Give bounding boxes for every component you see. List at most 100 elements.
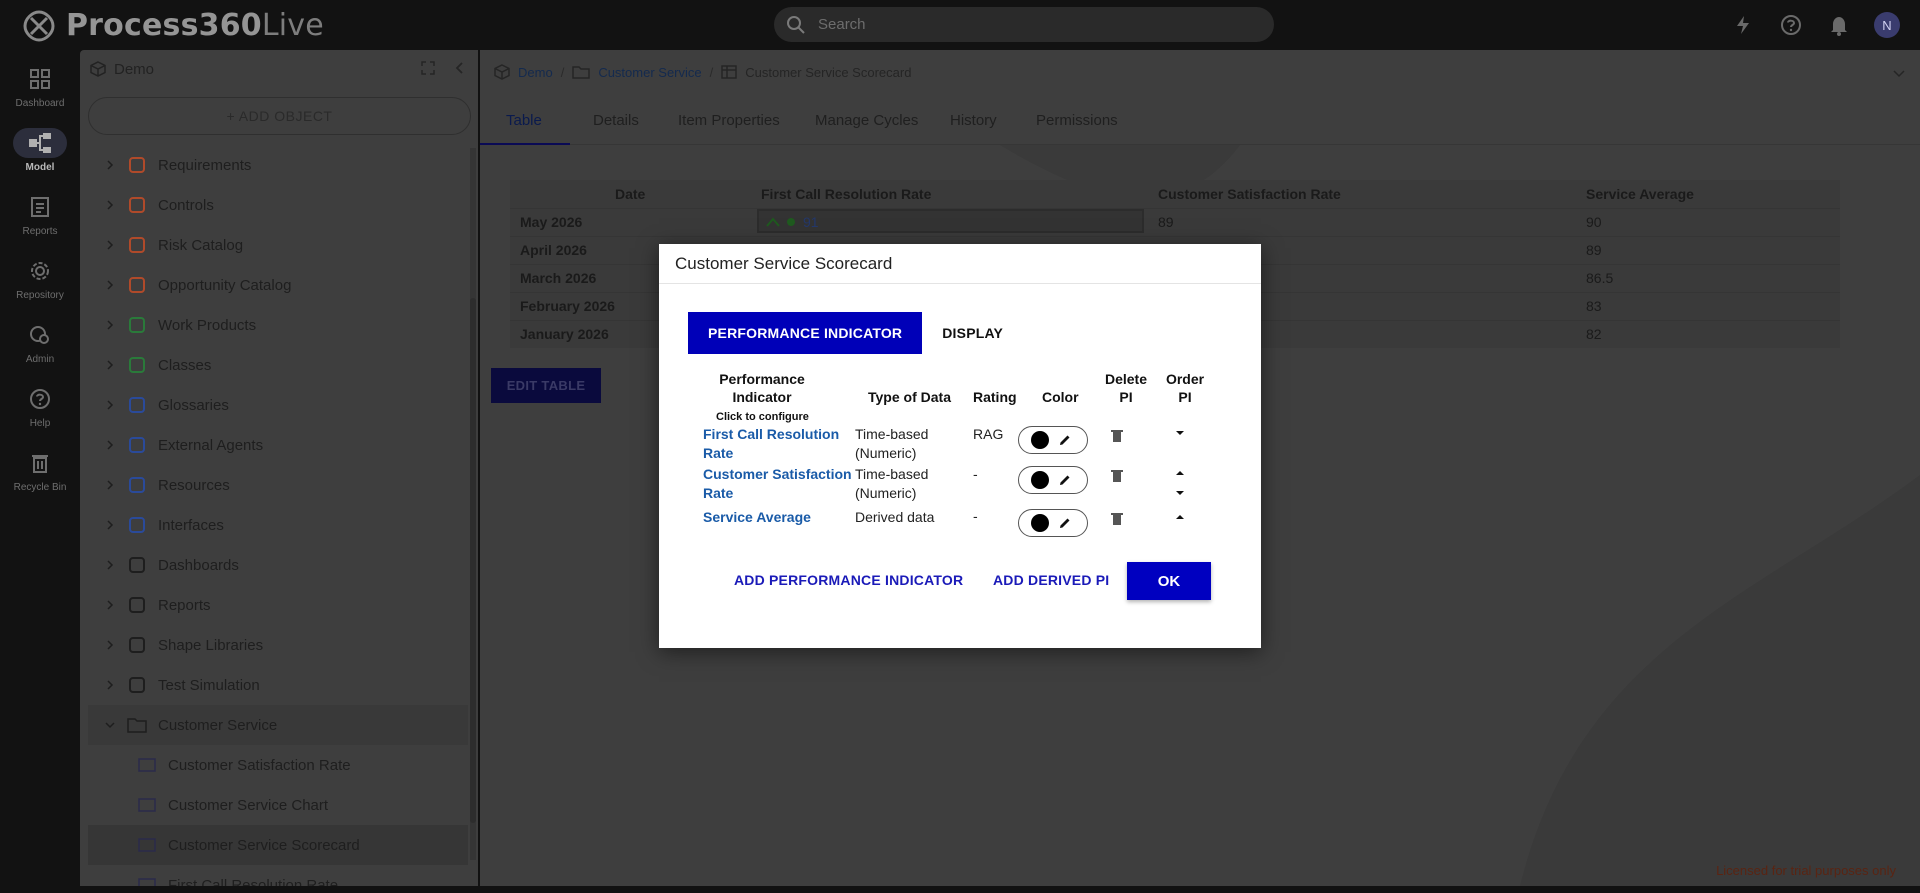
ok-button[interactable]: OK bbox=[1127, 562, 1211, 600]
help-circle-icon[interactable] bbox=[1778, 12, 1804, 38]
cell-csr: 89 bbox=[1158, 214, 1174, 230]
chevron-right-icon[interactable] bbox=[100, 640, 120, 650]
app-logo[interactable]: Process360Live bbox=[22, 8, 324, 43]
tab-table[interactable]: Table bbox=[506, 112, 542, 129]
rail-item-model[interactable]: Model bbox=[0, 128, 80, 173]
rail-item-reports[interactable]: Reports bbox=[0, 192, 80, 237]
delete-icon[interactable] bbox=[1111, 429, 1123, 443]
tab-performance-indicator[interactable]: PERFORMANCE INDICATOR bbox=[688, 312, 923, 354]
tree-item[interactable]: Shape Libraries bbox=[88, 625, 468, 665]
add-object-button[interactable]: + ADD OBJECT bbox=[88, 97, 471, 135]
chevron-right-icon[interactable] bbox=[100, 440, 120, 450]
tree-item[interactable]: External Agents bbox=[88, 425, 468, 465]
chevron-down-icon[interactable] bbox=[1892, 66, 1906, 80]
add-performance-indicator-button[interactable]: ADD PERFORMANCE INDICATOR bbox=[734, 572, 963, 588]
chevron-right-icon[interactable] bbox=[100, 520, 120, 530]
tree-item[interactable]: Interfaces bbox=[88, 505, 468, 545]
pi-color-picker[interactable] bbox=[1018, 426, 1088, 454]
move-up-icon[interactable] bbox=[1175, 470, 1185, 476]
breadcrumb-root[interactable]: Demo bbox=[518, 65, 553, 80]
color-swatch bbox=[1031, 431, 1049, 449]
move-down-icon[interactable] bbox=[1175, 430, 1185, 436]
model-tree-panel: Demo + ADD OBJECT Requirements Controls Ri… bbox=[80, 50, 478, 886]
expand-icon[interactable] bbox=[420, 60, 436, 76]
tree-child-item[interactable]: Customer Service Scorecard bbox=[88, 825, 468, 865]
pi-color-picker[interactable] bbox=[1018, 509, 1088, 537]
chevron-down-icon[interactable] bbox=[100, 720, 120, 730]
tree-item[interactable]: Requirements bbox=[88, 145, 468, 185]
col-header-avg: Service Average bbox=[1586, 186, 1694, 202]
rail-item-help[interactable]: Help bbox=[0, 384, 80, 429]
tree-item[interactable]: Opportunity Catalog bbox=[88, 265, 468, 305]
tab-history[interactable]: History bbox=[950, 112, 997, 129]
tree-item[interactable]: Customer Service bbox=[88, 705, 468, 745]
chevron-right-icon[interactable] bbox=[100, 400, 120, 410]
tab-details[interactable]: Details bbox=[593, 112, 639, 129]
rail-item-recycle-bin[interactable]: Recycle Bin bbox=[0, 448, 80, 493]
rail-item-repository[interactable]: Repository bbox=[0, 256, 80, 301]
user-avatar[interactable]: N bbox=[1874, 12, 1900, 38]
rail-item-dashboard[interactable]: Dashboard bbox=[0, 64, 80, 109]
chevron-right-icon[interactable] bbox=[100, 160, 120, 170]
delete-icon[interactable] bbox=[1111, 469, 1123, 483]
tree-item[interactable]: Work Products bbox=[88, 305, 468, 345]
pi-link-customer-satisfaction[interactable]: Customer Satisfaction Rate bbox=[703, 465, 852, 503]
tab-item-properties[interactable]: Item Properties bbox=[678, 112, 780, 129]
pi-link-first-call-resolution[interactable]: First Call Resolution Rate bbox=[703, 425, 839, 463]
reports-icon bbox=[31, 197, 49, 217]
tree-item-label: Dashboards bbox=[158, 556, 239, 574]
trend-up-icon bbox=[766, 217, 780, 227]
tab-manage-cycles[interactable]: Manage Cycles bbox=[815, 112, 918, 129]
col-header-type: Type of Data bbox=[868, 389, 951, 405]
add-derived-pi-button[interactable]: ADD DERIVED PI bbox=[993, 572, 1109, 588]
tree-child-item[interactable]: Customer Service Chart bbox=[88, 785, 468, 825]
tree-child-item[interactable]: First Call Resolution Rate bbox=[88, 865, 468, 886]
cell-date: January 2026 bbox=[520, 326, 609, 342]
chevron-right-icon[interactable] bbox=[100, 240, 120, 250]
bell-icon[interactable] bbox=[1826, 12, 1852, 38]
move-up-icon[interactable] bbox=[1175, 514, 1185, 520]
tree-item[interactable]: Resources bbox=[88, 465, 468, 505]
dialog-title: Customer Service Scorecard bbox=[659, 244, 1261, 284]
chevron-right-icon[interactable] bbox=[100, 560, 120, 570]
move-down-icon[interactable] bbox=[1175, 490, 1185, 496]
chevron-right-icon[interactable] bbox=[100, 280, 120, 290]
chevron-right-icon[interactable] bbox=[100, 200, 120, 210]
gauge-icon bbox=[136, 874, 158, 886]
chevron-right-icon[interactable] bbox=[100, 600, 120, 610]
delete-icon[interactable] bbox=[1111, 512, 1123, 526]
chevron-right-icon[interactable] bbox=[100, 480, 120, 490]
tree-item[interactable]: Risk Catalog bbox=[88, 225, 468, 265]
rail-item-admin[interactable]: Admin bbox=[0, 320, 80, 365]
search-icon bbox=[787, 15, 805, 34]
global-search[interactable] bbox=[774, 7, 1274, 42]
chevron-right-icon[interactable] bbox=[100, 360, 120, 370]
search-input[interactable] bbox=[818, 16, 1218, 33]
collapse-panel-icon[interactable] bbox=[452, 60, 468, 76]
resources-icon bbox=[126, 474, 148, 496]
tree-item[interactable]: Dashboards bbox=[88, 545, 468, 585]
tree-item[interactable]: Classes bbox=[88, 345, 468, 385]
lightning-icon[interactable] bbox=[1730, 12, 1756, 38]
cube-icon bbox=[494, 64, 510, 80]
folder-icon bbox=[572, 66, 591, 79]
pi-link-service-average[interactable]: Service Average bbox=[703, 508, 811, 527]
tab-display[interactable]: DISPLAY bbox=[922, 312, 1023, 354]
tree-item[interactable]: Glossaries bbox=[88, 385, 468, 425]
pi-color-picker[interactable] bbox=[1018, 466, 1088, 494]
chevron-right-icon[interactable] bbox=[100, 680, 120, 690]
tab-permissions[interactable]: Permissions bbox=[1036, 112, 1118, 129]
tree-item[interactable]: Controls bbox=[88, 185, 468, 225]
color-swatch bbox=[1031, 471, 1049, 489]
col-header-delete: Delete PI bbox=[1104, 371, 1148, 405]
tree-item[interactable]: Test Simulation bbox=[88, 665, 468, 705]
chevron-right-icon[interactable] bbox=[100, 320, 120, 330]
tab-bar: Table Details Item Properties Manage Cyc… bbox=[480, 100, 1920, 145]
pencil-icon bbox=[1060, 475, 1070, 485]
repository-icon bbox=[31, 262, 49, 280]
breadcrumb-folder[interactable]: Customer Service bbox=[598, 65, 701, 80]
edit-table-button[interactable]: EDIT TABLE bbox=[491, 368, 601, 403]
tree-scrollbar[interactable] bbox=[470, 148, 476, 860]
tree-item[interactable]: Reports bbox=[88, 585, 468, 625]
tree-child-item[interactable]: Customer Satisfaction Rate bbox=[88, 745, 468, 785]
